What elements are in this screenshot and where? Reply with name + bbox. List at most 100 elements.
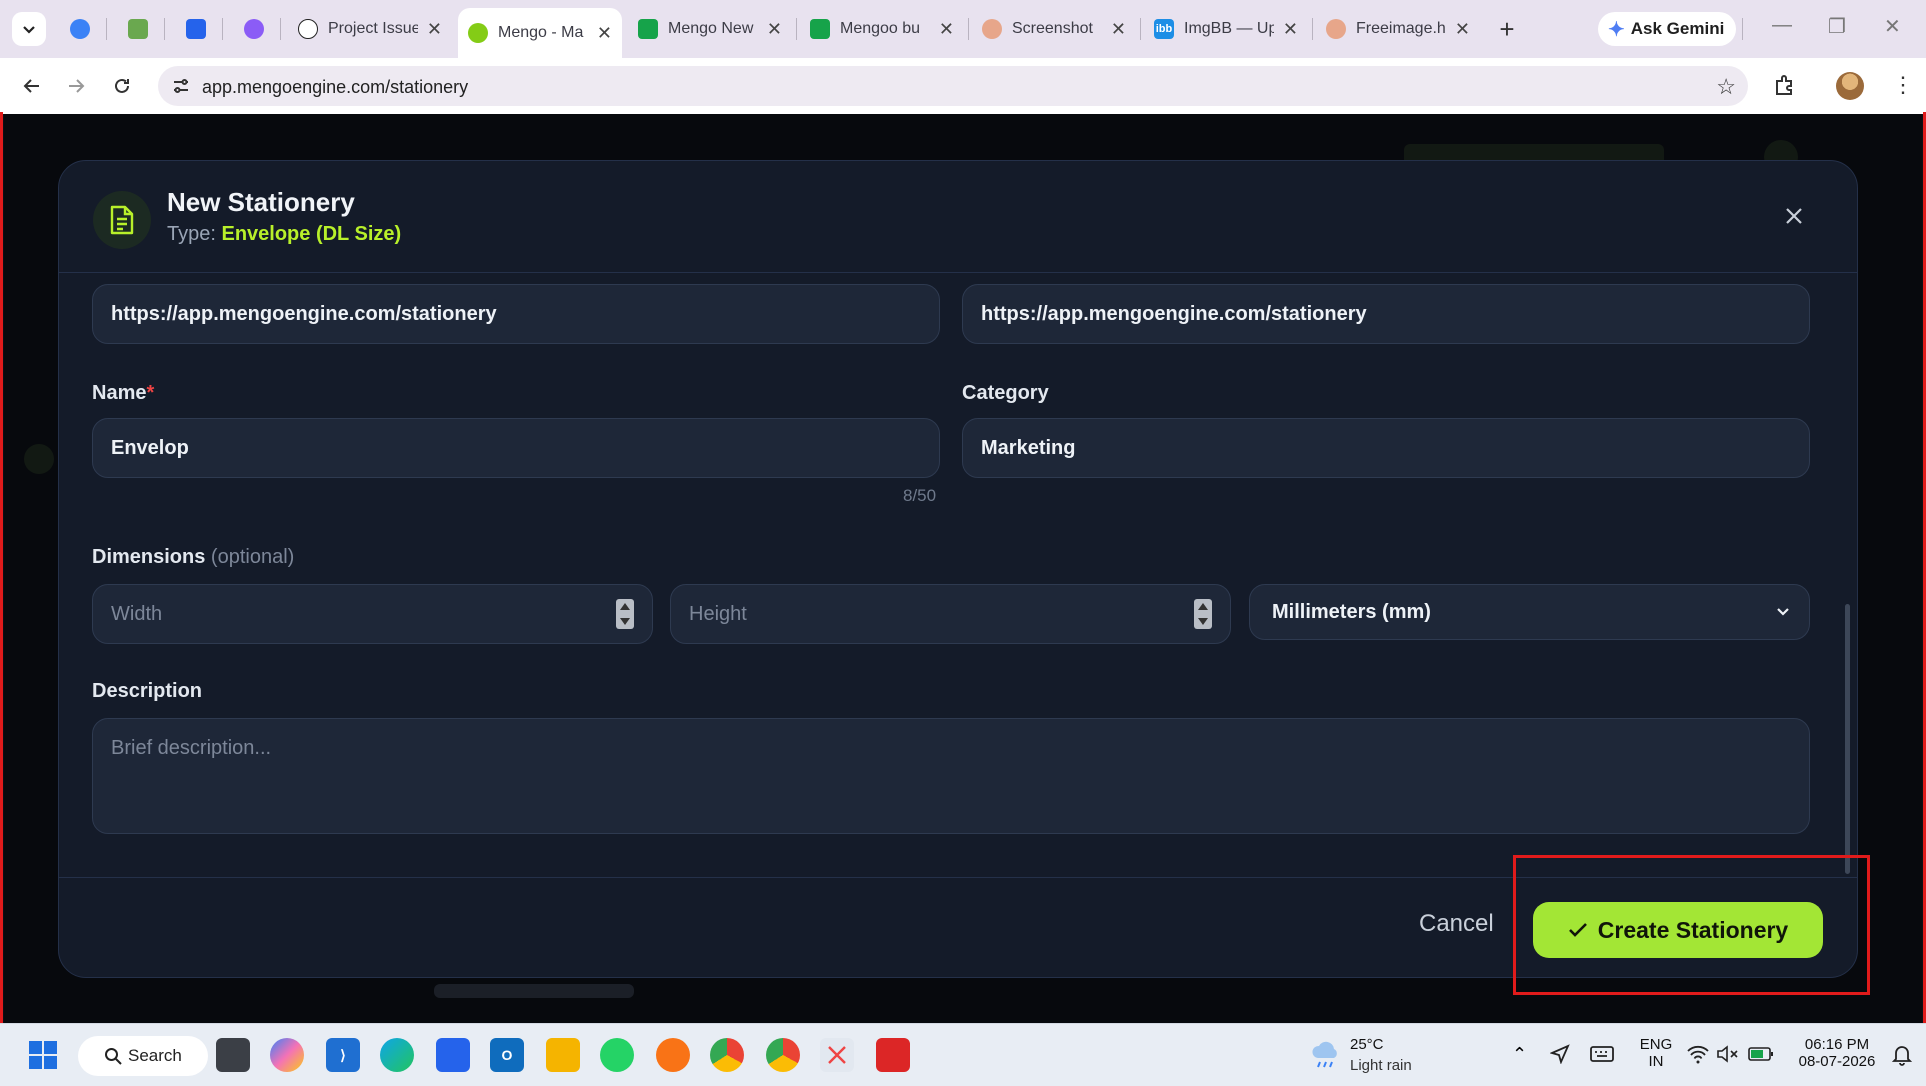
height-input[interactable]: Height [670,584,1231,644]
close-icon[interactable]: ✕ [939,19,954,40]
tab-mengo-active[interactable]: Mengo - Ma ✕ [458,8,622,58]
tab-search-button[interactable] [12,12,46,46]
windows-taskbar: Search ⟩ O 25°C Light rain ⌃ ENG IN 06:1… [0,1023,1926,1086]
url-text: app.mengoengine.com/stationery [202,77,469,97]
close-icon[interactable]: ✕ [1283,19,1298,40]
tab-bar: Project Issue ✕ Mengo - Ma ✕ Mengo New ✕… [0,0,1926,58]
copilot-icon [70,19,90,39]
chevron-up-icon[interactable]: ⌃ [1512,1044,1527,1065]
tab-screenshot[interactable]: Screenshot ✕ [972,8,1136,50]
tab-pinned-2[interactable] [120,8,156,50]
lang-top: ENG [1639,1036,1673,1053]
site-settings-icon[interactable] [170,75,192,97]
window-close-icon[interactable]: ✕ [1884,14,1901,39]
weather-description: Light rain [1350,1057,1412,1074]
tab-title: Mengo New [668,20,754,37]
paint-icon[interactable] [876,1038,910,1072]
description-label: Description [92,680,203,702]
name-label-text: Name [92,382,147,404]
height-stepper[interactable] [1194,599,1212,629]
copilot-app-icon[interactable] [270,1038,304,1072]
ask-gemini-button[interactable]: ✦ Ask Gemini [1598,12,1737,46]
imgbb-icon: ibb [1154,19,1174,39]
keyboard-icon[interactable] [1590,1044,1614,1064]
document-icon-badge [93,191,151,249]
name-label: Name* [92,382,154,405]
store-icon[interactable] [436,1038,470,1072]
cancel-button[interactable]: Cancel [1419,910,1494,938]
close-icon[interactable]: ✕ [427,19,442,40]
clock-date: 08-07-2026 [1798,1053,1876,1070]
reload-button[interactable] [106,70,138,102]
star-icon[interactable]: ☆ [1716,74,1736,100]
jira-icon [186,19,206,39]
plus-icon: + [1499,13,1515,44]
url-field-1[interactable]: https://app.mengoengine.com/stationery [92,284,940,344]
file-explorer-icon[interactable] [546,1038,580,1072]
outlook-icon[interactable]: O [490,1038,524,1072]
minimize-icon[interactable]: — [1772,14,1792,37]
annotation-highlight-box [1513,855,1870,995]
profile-avatar[interactable] [1836,72,1864,100]
name-input[interactable]: Envelop [92,418,940,478]
location-icon[interactable] [1550,1044,1570,1064]
tab-pinned-4[interactable] [236,8,272,50]
dialog-close-button[interactable] [1777,199,1811,233]
tab-project-issue[interactable]: Project Issue ✕ [288,8,452,50]
restore-icon[interactable]: ❐ [1828,14,1846,39]
wifi-icon[interactable] [1686,1044,1710,1064]
language-indicator[interactable]: ENG IN [1636,1036,1676,1070]
optional-hint: (optional) [210,546,295,568]
description-textarea[interactable]: Brief description... [92,718,1810,834]
width-stepper[interactable] [616,599,634,629]
dimensions-label-text: Dimensions [92,546,206,568]
chrome-profile-icon[interactable] [710,1038,744,1072]
tab-mengo-new[interactable]: Mengo New ✕ [628,8,792,50]
forward-button[interactable] [60,70,92,102]
chrome-icon[interactable] [766,1038,800,1072]
openai-icon [298,19,318,39]
tab-title: Mengoo bu [840,20,921,37]
task-view-icon[interactable] [216,1038,250,1072]
tab-imgbb[interactable]: ibb ImgBB — Up ✕ [1144,8,1308,50]
dialog-title: New Stationery [167,187,355,217]
omnibox[interactable]: app.mengoengine.com/stationery ☆ [158,66,1748,106]
tab-pinned-3[interactable] [178,8,214,50]
width-input[interactable]: Width [92,584,653,644]
description-placeholder: Brief description... [111,737,272,759]
url-field-2[interactable]: https://app.mengoengine.com/stationery [962,284,1810,344]
back-button[interactable] [16,70,48,102]
close-icon[interactable]: ✕ [1455,19,1470,40]
name-char-counter: 8/50 [903,486,937,505]
whatsapp-icon[interactable] [600,1038,634,1072]
notification-bell-icon[interactable] [1892,1044,1912,1066]
tab-freeimage[interactable]: Freeimage.h ✕ [1316,8,1480,50]
tab-mengoo-bu[interactable]: Mengoo bu ✕ [800,8,964,50]
volume-muted-icon[interactable] [1716,1044,1740,1064]
close-icon[interactable]: ✕ [767,19,782,40]
new-tab-button[interactable]: + [1490,12,1524,46]
close-icon[interactable]: ✕ [597,23,612,44]
more-vert-icon[interactable]: ⋮ [1892,72,1914,98]
snipping-tool-icon[interactable] [820,1038,854,1072]
unit-select-value: Millimeters (mm) [1272,600,1431,623]
close-icon[interactable]: ✕ [1111,19,1126,40]
tab-title: Screenshot [1012,20,1093,37]
clock[interactable]: 06:16 PM 08-07-2026 [1790,1036,1884,1070]
extensions-icon[interactable] [1772,72,1798,98]
unit-select[interactable]: Millimeters (mm) [1249,584,1810,640]
vscode-icon[interactable]: ⟩ [326,1038,360,1072]
sheets-icon [810,19,830,39]
postman-icon[interactable] [656,1038,690,1072]
dialog-body: https://app.mengoengine.com/stationery h… [59,274,1857,877]
dialog-scrollbar-thumb[interactable] [1845,604,1850,874]
taskbar-search[interactable]: Search [78,1036,208,1076]
windows-start-icon[interactable] [26,1038,60,1072]
search-icon [105,1048,122,1065]
puzzle-icon [128,19,148,39]
category-input[interactable]: Marketing [962,418,1810,478]
tab-pinned-1[interactable] [62,8,98,50]
tab-title: Freeimage.h [1356,20,1446,37]
edge-icon[interactable] [380,1038,414,1072]
battery-charging-icon[interactable] [1748,1044,1774,1064]
